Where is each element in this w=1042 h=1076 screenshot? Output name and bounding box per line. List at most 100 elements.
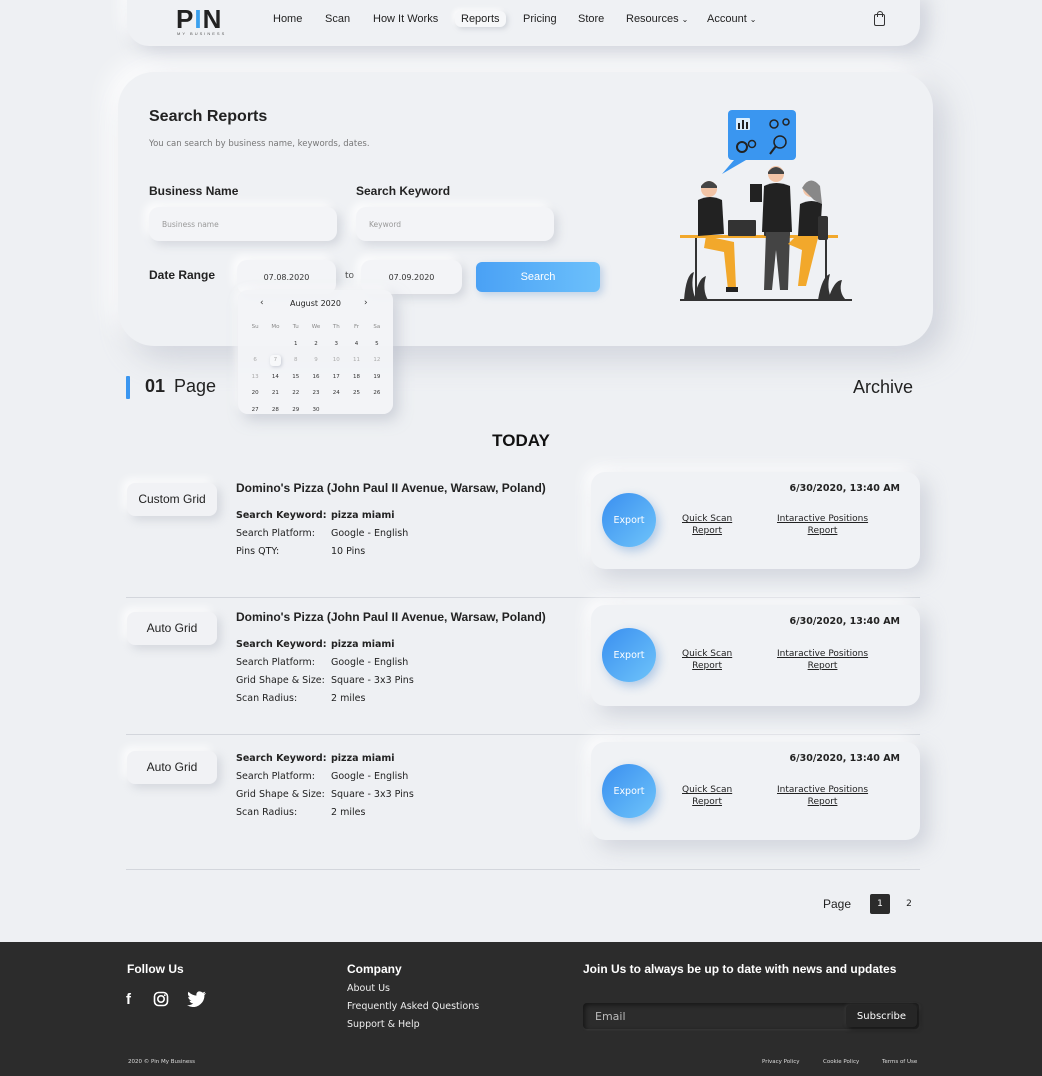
date-from-input[interactable] <box>237 260 336 294</box>
link-line: Report <box>807 660 838 671</box>
calendar-day[interactable]: 27 <box>245 407 265 413</box>
calendar-day[interactable]: 14 <box>265 374 285 380</box>
export-button[interactable]: Export <box>602 628 656 682</box>
field-value: Google - English <box>331 657 409 668</box>
business-name-input[interactable] <box>149 207 337 241</box>
calendar-next-button[interactable]: › <box>364 298 368 308</box>
field-value: 10 Pins <box>331 546 366 557</box>
logo-subtitle: MY BUSINESS <box>177 31 227 36</box>
calendar-day[interactable]: 16 <box>306 374 326 380</box>
copyright: 2020 © Pin My Business <box>128 1059 195 1065</box>
calendar-day[interactable]: 18 <box>346 374 366 380</box>
date-to-input[interactable] <box>361 260 462 294</box>
calendar-day-label: 7 <box>269 354 281 366</box>
footer-link-faq[interactable]: Frequently Asked Questions <box>347 1001 479 1012</box>
field-value: 2 miles <box>331 693 366 704</box>
nav-how-it-works[interactable]: How It Works <box>373 13 438 25</box>
nav-reports[interactable]: Reports <box>455 11 506 27</box>
search-title: Search Reports <box>149 108 268 125</box>
shopping-bag-icon[interactable] <box>874 11 885 26</box>
interactive-positions-report-link[interactable]: Intaractive Positions Report <box>777 649 868 672</box>
field-value: pizza miami <box>331 753 395 764</box>
calendar-day[interactable]: 9 <box>306 357 326 363</box>
company-heading: Company <box>347 962 402 976</box>
report-actions-card: 6/30/2020, 13:40 AM Export Quick Scan Rep… <box>591 472 920 569</box>
calendar-day[interactable]: 20 <box>245 390 265 396</box>
quick-scan-report-link[interactable]: Quick Scan Report <box>682 514 732 537</box>
interactive-positions-report-link[interactable]: Intaractive Positions Report <box>777 785 868 808</box>
field-value: Square - 3x3 Pins <box>331 789 414 800</box>
calendar-day[interactable]: 5 <box>367 341 387 347</box>
calendar-month: August 2020 <box>290 299 341 308</box>
footer-link-support[interactable]: Support & Help <box>347 1019 420 1030</box>
terms-of-use-link[interactable]: Terms of Use <box>882 1059 917 1065</box>
date-range-label: Date Range <box>149 268 216 282</box>
twitter-icon[interactable] <box>187 991 207 1007</box>
interactive-positions-report-link[interactable]: Intaractive Positions Report <box>777 514 868 537</box>
report-title: Domino's Pizza (John Paul II Avenue, War… <box>236 610 546 624</box>
calendar-day[interactable]: 4 <box>346 341 366 347</box>
search-subtitle: You can search by business name, keyword… <box>149 139 370 149</box>
calendar-day[interactable]: 15 <box>286 374 306 380</box>
report-date: 6/30/2020, 13:40 AM <box>789 616 900 627</box>
calendar-day[interactable]: 3 <box>326 341 346 347</box>
calendar-day[interactable]: 23 <box>306 390 326 396</box>
calendar-day[interactable]: 2 <box>306 341 326 347</box>
field-value: pizza miami <box>331 510 395 521</box>
date-picker-popup: ‹ August 2020 › Su Mo Tu We Th Fr Sa 1 2… <box>238 290 393 414</box>
calendar-day[interactable]: 29 <box>286 407 306 413</box>
calendar-day[interactable]: 28 <box>265 407 285 413</box>
calendar-day[interactable]: 25 <box>346 390 366 396</box>
calendar-day[interactable]: 30 <box>306 407 326 413</box>
weekday-label: We <box>311 324 321 331</box>
calendar-day[interactable]: 1 <box>286 341 306 347</box>
footer-link-about-us[interactable]: About Us <box>347 983 390 994</box>
nav-scan[interactable]: Scan <box>325 13 350 25</box>
weekday-label: Th <box>332 324 340 331</box>
calendar-day[interactable]: 24 <box>326 390 346 396</box>
calendar-day[interactable]: 21 <box>265 390 285 396</box>
nav-store[interactable]: Store <box>578 13 604 25</box>
export-button[interactable]: Export <box>602 764 656 818</box>
keyword-input[interactable] <box>356 207 554 241</box>
calendar-day[interactable]: 26 <box>367 390 387 396</box>
calendar-day[interactable]: 10 <box>326 357 346 363</box>
calendar-day-selected[interactable]: 7 <box>265 354 285 366</box>
subscribe-button[interactable]: Subscribe <box>846 1005 917 1027</box>
calendar-day[interactable]: 11 <box>346 357 366 363</box>
report-type-tag: Auto Grid <box>127 612 217 645</box>
page-label: Page <box>174 376 217 396</box>
page-2-button[interactable]: 2 <box>899 894 919 914</box>
field-key: Search Platform: <box>236 771 315 782</box>
quick-scan-report-link[interactable]: Quick Scan Report <box>682 785 732 808</box>
calendar-day[interactable]: 8 <box>286 357 306 363</box>
archive-link[interactable]: Archive <box>853 377 913 398</box>
calendar-grid: Su Mo Tu We Th Fr Sa 1 2 3 4 5 6 7 8 9 1… <box>245 319 387 418</box>
weekday-label: Su <box>251 324 259 331</box>
privacy-policy-link[interactable]: Privacy Policy <box>762 1059 799 1065</box>
calendar-day[interactable]: 22 <box>286 390 306 396</box>
quick-scan-report-link[interactable]: Quick Scan Report <box>682 649 732 672</box>
nav-resources[interactable]: Resources ⌄ <box>626 13 688 25</box>
calendar-day[interactable]: 12 <box>367 357 387 363</box>
link-line: Report <box>807 525 838 536</box>
export-button[interactable]: Export <box>602 493 656 547</box>
facebook-icon[interactable]: f <box>126 991 131 1008</box>
calendar-day[interactable]: 6 <box>245 357 265 363</box>
link-line: Intaractive Positions <box>777 649 869 659</box>
nav-account[interactable]: Account ⌄ <box>707 13 756 25</box>
calendar-day[interactable]: 17 <box>326 374 346 380</box>
page-1-button[interactable]: 1 <box>870 894 890 914</box>
search-keyword-label: Search Keyword <box>356 184 451 198</box>
search-button[interactable]: Search <box>476 262 600 292</box>
weekday-label: Tu <box>292 324 299 331</box>
calendar-weekdays: Su Mo Tu We Th Fr Sa <box>245 319 387 336</box>
calendar-day[interactable]: 19 <box>367 374 387 380</box>
nav-home[interactable]: Home <box>273 13 302 25</box>
nav-pricing[interactable]: Pricing <box>523 13 557 25</box>
newsletter-heading: Join Us to always be up to date with new… <box>583 962 897 976</box>
field-key: Search Platform: <box>236 528 315 539</box>
instagram-icon[interactable] <box>153 991 169 1007</box>
calendar-day[interactable]: 13 <box>245 374 265 380</box>
cookie-policy-link[interactable]: Cookie Policy <box>823 1059 859 1065</box>
